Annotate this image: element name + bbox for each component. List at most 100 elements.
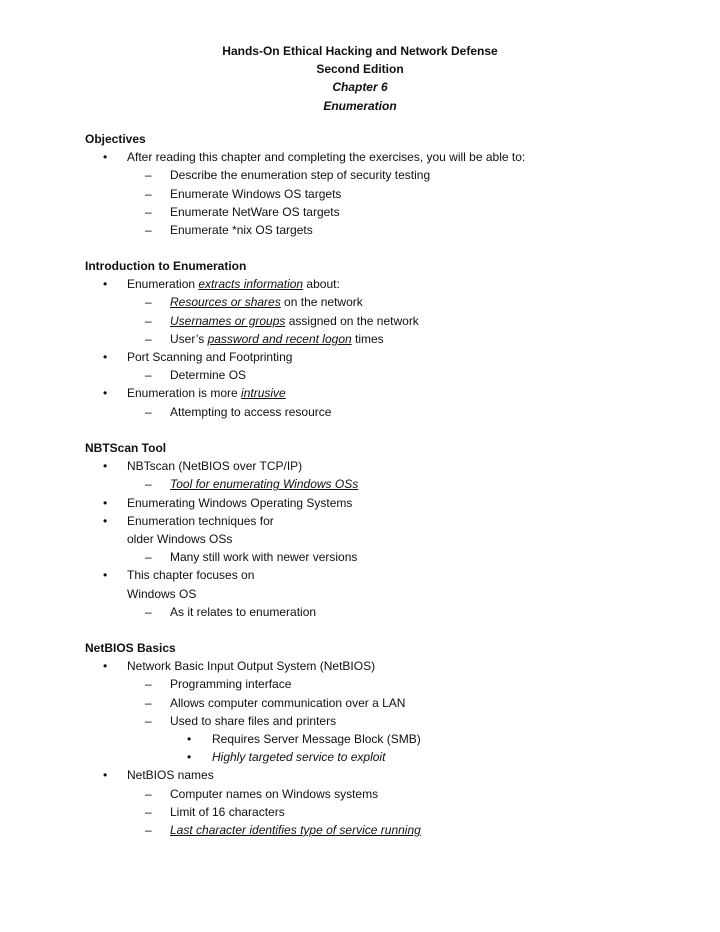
dash-marker-icon: – [145, 168, 152, 183]
text-segment: Enumerating Windows Operating Systems [127, 495, 353, 510]
text-segment: Enumerate Windows OS targets [170, 186, 342, 201]
list-item: • This chapter focuses on [85, 566, 685, 584]
dash-marker-icon: – [145, 313, 152, 328]
bullet-icon: • [103, 513, 108, 528]
bullet-icon: • [103, 349, 108, 364]
dash-marker-icon: – [145, 822, 152, 837]
text-segment: User’s [170, 331, 208, 346]
section-introduction-to-enumeration: Introduction to Enumeration • Enumeration … [85, 257, 685, 421]
section-heading: NBTScan Tool [85, 441, 167, 455]
dash-marker-icon: – [145, 677, 152, 692]
text-segment: NetBIOS names [127, 768, 214, 783]
text-segment: Enumerate NetWare OS targets [170, 204, 340, 219]
emphasized-text: Resources or shares [170, 295, 281, 310]
list-item: – Attempting to access resource [85, 403, 685, 421]
list-item: – Last character identifies type of servi… [85, 821, 685, 839]
bullet-icon: • [103, 459, 108, 474]
emphasized-text: intrusive [241, 386, 286, 401]
dash-marker-icon: – [145, 604, 152, 619]
text-segment: Enumerate *nix OS targets [170, 222, 313, 237]
edition-label: Second Edition [316, 62, 404, 77]
list-item: – Resources or shares on the network [85, 293, 685, 311]
bullet-icon: • [103, 568, 108, 583]
section-heading: Introduction to Enumeration [85, 259, 247, 273]
dash-marker-icon: – [145, 368, 152, 383]
text-segment: Determine OS [170, 368, 247, 383]
list-item: • Enumeration extracts information about: [85, 275, 685, 293]
list-item: • Enumeration is more intrusive [85, 384, 685, 402]
list-item: – Enumerate NetWare OS targets [85, 203, 685, 221]
emphasized-text: Last character identifies type of servic… [170, 822, 421, 837]
bullet-icon: • [187, 750, 192, 765]
dash-marker-icon: – [145, 804, 152, 819]
text-segment: on the network [280, 295, 363, 310]
list-item: • Requires Server Message Block (SMB) [85, 730, 685, 748]
dash-marker-icon: – [145, 786, 152, 801]
chapter-title: Enumeration [323, 98, 397, 113]
text-segment: Enumeration is more [127, 386, 242, 401]
list-item: older Windows OSs [85, 530, 685, 548]
bullet-icon: • [103, 150, 108, 165]
document-header: Hands-On Ethical Hacking and Network Def… [0, 42, 720, 115]
dash-marker-icon: – [145, 477, 152, 492]
list-item: – Describe the enumeration step of securi… [85, 166, 685, 184]
bullet-icon: • [103, 495, 108, 510]
list-item: • After reading this chapter and completi… [85, 148, 685, 166]
text-segment: Many still work with newer versions [170, 550, 358, 565]
text-segment: Requires Server Message Block (SMB) [212, 731, 421, 746]
document-title: Hands-On Ethical Hacking and Network Def… [222, 44, 498, 58]
dash-marker-icon: – [145, 713, 152, 728]
text-segment: Limit of 16 characters [170, 804, 285, 819]
text-segment: Network Basic Input Output System (NetBI… [127, 659, 376, 674]
list-item: – Enumerate *nix OS targets [85, 221, 685, 239]
section-heading: NetBIOS Basics [85, 641, 176, 655]
list-item: • Enumeration techniques for [85, 512, 685, 530]
list-item: – Tool for enumerating Windows OSs [85, 475, 685, 493]
text-segment: older Windows OSs [127, 531, 233, 546]
list-item: • Highly targeted service to exploit [85, 748, 685, 766]
chapter-label: Chapter 6 [332, 80, 388, 95]
dash-marker-icon: – [145, 222, 152, 237]
dash-marker-icon: – [145, 404, 152, 419]
bullet-icon: • [103, 386, 108, 401]
text-segment: Describe the enumeration step of securit… [170, 168, 431, 183]
text-segment: Windows OS [127, 586, 197, 601]
section-objectives: Objectives • After reading this chapter an… [85, 130, 685, 239]
bullet-icon: • [103, 768, 108, 783]
list-item: – Computer names on Windows systems [85, 785, 685, 803]
section-netbios-basics: NetBIOS Basics • Network Basic Input Outpu… [85, 639, 685, 839]
list-item: • Port Scanning and Footprinting [85, 348, 685, 366]
text-segment: assigned on the network [285, 313, 419, 328]
list-item: – Many still work with newer versions [85, 548, 685, 566]
text-segment: This chapter focuses on [127, 568, 255, 583]
text-segment: Enumeration techniques for [127, 513, 274, 528]
dash-marker-icon: – [145, 295, 152, 310]
text-segment: NBTscan (NetBIOS over TCP/IP) [127, 459, 303, 474]
section-heading: Objectives [85, 132, 146, 146]
text-segment: Allows computer communication over a LAN [170, 695, 406, 710]
text-segment: As it relates to enumeration [170, 604, 317, 619]
emphasized-text: extracts information [198, 277, 304, 292]
bullet-icon: • [103, 277, 108, 292]
dash-marker-icon: – [145, 695, 152, 710]
text-segment: Port Scanning and Footprinting [127, 349, 293, 364]
dash-marker-icon: – [145, 331, 152, 346]
bullet-icon: • [187, 731, 192, 746]
list-item: – Determine OS [85, 366, 685, 384]
text-segment: Programming interface [170, 677, 292, 692]
emphasized-text: Highly targeted service to exploit [212, 750, 386, 765]
list-item: – User’s password and recent logon times [85, 330, 685, 348]
list-item: – Used to share files and printers [85, 712, 685, 730]
dash-marker-icon: – [145, 186, 152, 201]
list-item: • NetBIOS names [85, 766, 685, 784]
text-segment: Enumeration [127, 277, 199, 292]
text-segment: about: [303, 277, 340, 292]
list-item: • NBTscan (NetBIOS over TCP/IP) [85, 457, 685, 475]
text-segment: times [351, 331, 384, 346]
list-item: – Programming interface [85, 675, 685, 693]
text-segment: Used to share files and printers [170, 713, 337, 728]
emphasized-text: Usernames or groups [170, 313, 286, 328]
list-item: • Enumerating Windows Operating Systems [85, 494, 685, 512]
list-item: – Limit of 16 characters [85, 803, 685, 821]
list-item: – Allows computer communication over a LA… [85, 694, 685, 712]
